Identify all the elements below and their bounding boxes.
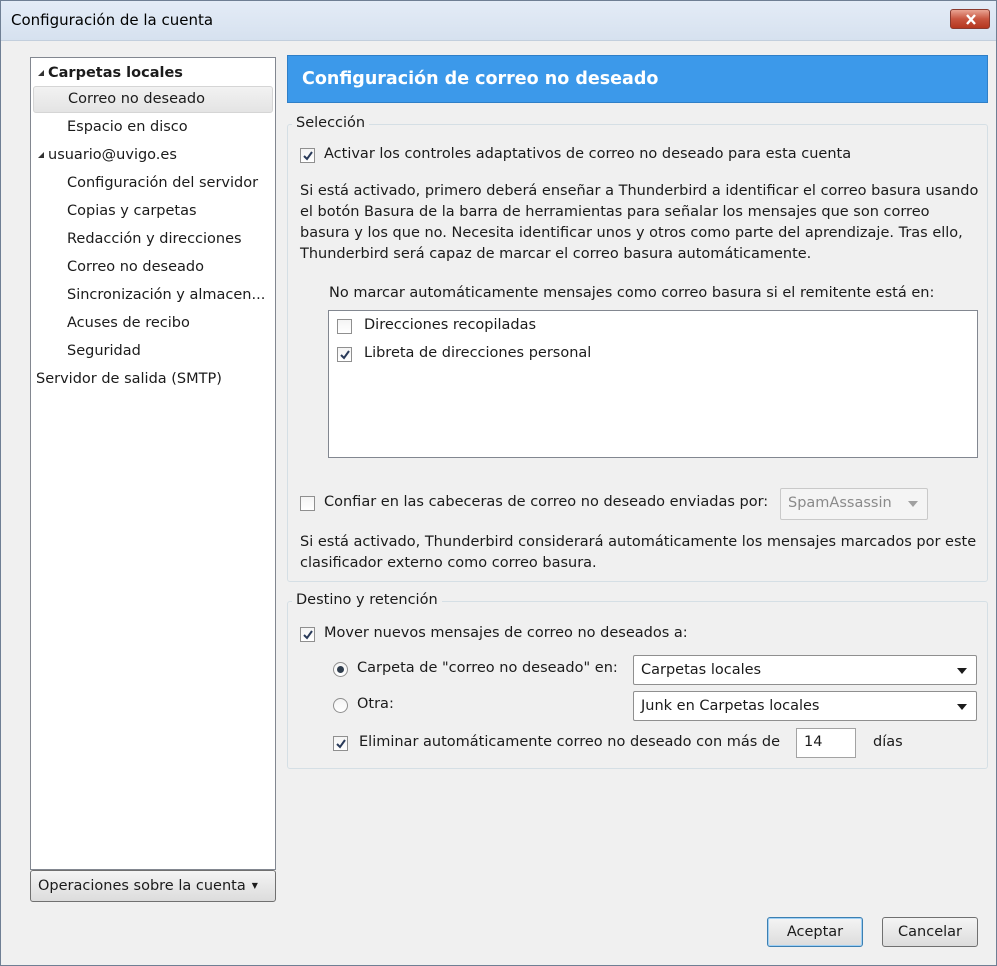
tree-item-label: Redacción y direcciones xyxy=(67,231,242,247)
destino-group: Destino y retención Mover nuevos mensaje… xyxy=(287,592,988,769)
personal-addressbook-checkbox[interactable] xyxy=(337,347,352,362)
tree-item-acuses-recibo[interactable]: Acuses de recibo xyxy=(34,310,272,337)
tree-item-label: Acuses de recibo xyxy=(67,315,190,331)
whitelist-listbox[interactable]: Direcciones recopiladas Libreta de direc… xyxy=(328,310,978,458)
collapse-triangle-icon xyxy=(38,70,44,76)
checkmark-icon xyxy=(303,151,313,161)
dropdown-arrow-icon: ▼ xyxy=(251,881,258,890)
account-actions-label: Operaciones sobre la cuenta xyxy=(38,878,246,894)
collected-addresses-checkbox[interactable] xyxy=(337,319,352,334)
close-button[interactable] xyxy=(950,9,990,29)
tree-item-label: Configuración del servidor xyxy=(67,175,259,191)
dropdown-arrow-icon xyxy=(957,704,967,710)
other-folder-value: Junk en Carpetas locales xyxy=(641,698,820,714)
auto-delete-days-input[interactable]: 14 xyxy=(796,728,856,758)
seleccion-group: Selección Activar los controles adaptati… xyxy=(287,115,988,582)
tree-item-label: Servidor de salida (SMTP) xyxy=(36,371,222,387)
trust-headers-label[interactable]: Confiar en las cabeceras de correo no de… xyxy=(324,494,768,510)
days-label: días xyxy=(873,734,903,750)
tree-item-carpetas-locales[interactable]: Carpetas locales xyxy=(34,60,272,87)
tree-item-label: Correo no deseado xyxy=(67,259,204,275)
tree-item-correo-no-deseado-local[interactable]: Correo no deseado xyxy=(33,86,273,113)
junk-folder-value: Carpetas locales xyxy=(641,662,762,678)
collected-addresses-label[interactable]: Direcciones recopiladas xyxy=(364,317,536,333)
tree-item-sincronizacion[interactable]: Sincronización y almacen... xyxy=(34,282,272,309)
trust-headers-checkbox[interactable] xyxy=(300,496,315,511)
collapse-triangle-icon xyxy=(38,152,44,158)
tree-item-seguridad[interactable]: Seguridad xyxy=(34,338,272,365)
cancel-button[interactable]: Cancelar xyxy=(882,917,978,947)
move-junk-checkbox[interactable] xyxy=(300,627,315,642)
other-folder-select[interactable]: Junk en Carpetas locales xyxy=(633,691,977,721)
account-actions-button[interactable]: Operaciones sobre la cuenta ▼ xyxy=(30,870,276,902)
tree-item-copias-carpetas[interactable]: Copias y carpetas xyxy=(34,198,272,225)
tree-item-label: Espacio en disco xyxy=(67,119,188,135)
trust-headers-value: SpamAssassin xyxy=(788,495,892,511)
title-bar: Configuración de la cuenta xyxy=(1,1,996,41)
checkmark-icon xyxy=(303,630,313,640)
other-folder-radio[interactable] xyxy=(333,698,348,713)
tree-item-label: Sincronización y almacen... xyxy=(67,287,266,303)
whitelist-label: No marcar automáticamente mensajes como … xyxy=(329,285,935,301)
trust-headers-select[interactable]: SpamAssassin xyxy=(780,488,928,520)
adaptive-junk-label[interactable]: Activar los controles adaptativos de cor… xyxy=(324,146,851,162)
tree-item-usuario-uvigo[interactable]: usuario@uvigo.es xyxy=(34,142,272,169)
dropdown-arrow-icon xyxy=(908,501,918,507)
close-icon xyxy=(966,14,976,25)
tree-item-redaccion-direcciones[interactable]: Redacción y direcciones xyxy=(34,226,272,253)
accept-button[interactable]: Aceptar xyxy=(767,917,863,947)
checkmark-icon xyxy=(340,350,350,360)
personal-addressbook-label[interactable]: Libreta de direcciones personal xyxy=(364,345,591,361)
junk-folder-select[interactable]: Carpetas locales xyxy=(633,655,977,685)
tree-item-label: Correo no deseado xyxy=(68,91,205,107)
auto-delete-checkbox[interactable] xyxy=(333,736,348,751)
destino-legend: Destino y retención xyxy=(292,592,442,608)
junk-folder-radio-label[interactable]: Carpeta de "correo no deseado" en: xyxy=(357,660,618,676)
account-tree[interactable]: Carpetas locales Correo no deseado Espac… xyxy=(30,57,276,870)
junk-folder-radio[interactable] xyxy=(333,662,348,677)
adaptive-description: Si está activado, primero deberá enseñar… xyxy=(300,183,979,262)
checkmark-icon xyxy=(336,739,346,749)
tree-item-servidor-salida[interactable]: Servidor de salida (SMTP) xyxy=(34,366,272,393)
account-settings-window: Configuración de la cuenta Carpetas loca… xyxy=(0,0,997,966)
tree-item-correo-no-deseado[interactable]: Correo no deseado xyxy=(34,254,272,281)
tree-item-label: Seguridad xyxy=(67,343,141,359)
dropdown-arrow-icon xyxy=(957,668,967,674)
page-title: Configuración de correo no deseado xyxy=(287,55,988,103)
tree-item-espacio-en-disco[interactable]: Espacio en disco xyxy=(34,114,272,141)
tree-item-label: Carpetas locales xyxy=(48,65,183,81)
tree-item-label: Copias y carpetas xyxy=(67,203,197,219)
tree-item-configuracion-servidor[interactable]: Configuración del servidor xyxy=(34,170,272,197)
seleccion-legend: Selección xyxy=(292,115,370,131)
adaptive-junk-checkbox[interactable] xyxy=(300,148,315,163)
tree-item-label: usuario@uvigo.es xyxy=(48,147,177,163)
other-folder-radio-label[interactable]: Otra: xyxy=(357,696,394,712)
trust-description: Si está activado, Thunderbird considerar… xyxy=(300,534,977,571)
move-junk-label[interactable]: Mover nuevos mensajes de correo no desea… xyxy=(324,625,688,641)
auto-delete-label[interactable]: Eliminar automáticamente correo no desea… xyxy=(359,734,780,750)
dialog-body: Carpetas locales Correo no deseado Espac… xyxy=(10,41,989,961)
window-title: Configuración de la cuenta xyxy=(11,11,214,29)
